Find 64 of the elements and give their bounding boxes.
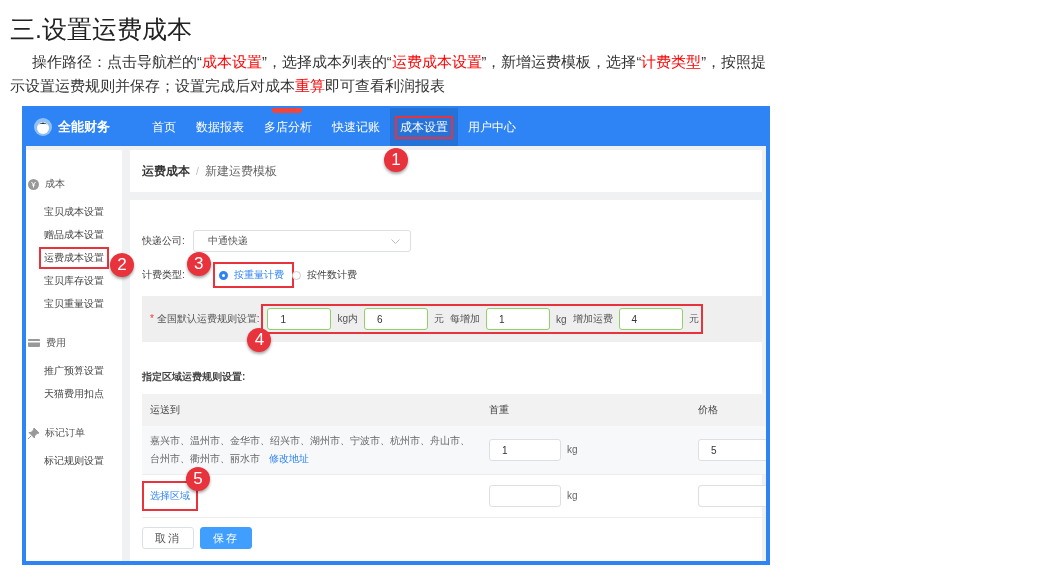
mascot-icon <box>34 118 52 136</box>
chevron-down-icon <box>390 238 400 244</box>
region-link[interactable]: 选择区域 <box>150 490 190 501</box>
highlight-frame <box>39 246 109 269</box>
column-header: 运送到 <box>142 394 481 426</box>
input-field[interactable] <box>698 485 766 507</box>
pin-icon <box>28 427 39 439</box>
instruction-paragraph: 操作路径：点击导航栏的“成本设置”，选择成本列表的“运费成本设置”，新增运费模板，选择“计费类型”，按照提示设置运费规则并保存；设置完成后对成本重算即可查看利润报表 <box>10 53 768 96</box>
radio-button[interactable] <box>291 270 301 280</box>
sidebar-group-title: 费用 <box>46 336 66 350</box>
nav-tab[interactable]: 首页 <box>142 108 186 146</box>
sidebar-item[interactable]: 宝贝库存设置 <box>44 273 104 288</box>
sidebar-item[interactable]: 标记规则设置 <box>44 453 104 468</box>
unit-label: 增加运费 <box>572 312 613 326</box>
step-badge: 3 <box>186 252 211 276</box>
unit-label: 元 <box>434 312 444 326</box>
nav-tab[interactable]: 数据报表 <box>186 108 254 146</box>
region-cell: 嘉兴市、温州市、金华市、绍兴市、湖州市、宁波市、杭州市、舟山市、台州市、衢州市、丽水市 修改地址 <box>150 435 470 464</box>
input-field[interactable]: 1 <box>267 308 332 330</box>
region-link[interactable]: 修改地址 <box>268 453 309 464</box>
cancel-button[interactable]: 取消 <box>142 527 194 549</box>
unit-label: kg <box>567 489 578 501</box>
sidebar-item[interactable]: 运费成本设置 <box>44 250 104 265</box>
step-badge: 5 <box>186 467 210 491</box>
nav-tab[interactable]: 快速记账 <box>322 108 390 146</box>
section-title: 指定区域运费规则设置: <box>142 370 247 384</box>
unit-label: 每增加 <box>450 312 480 326</box>
nav-tab[interactable]: 用户中心 <box>458 108 526 146</box>
column-header: 首重 <box>481 394 690 426</box>
unit-label: kg <box>567 443 578 455</box>
sidebar-item[interactable]: 天猫费用扣点 <box>44 386 104 401</box>
nav-tab[interactable]: 成本设置 <box>390 108 458 146</box>
unit-label: kg内 <box>337 312 358 326</box>
sidebar-item[interactable]: 宝贝重量设置 <box>44 296 104 311</box>
radio-label[interactable]: 按重量计费 <box>233 268 284 282</box>
sidebar-item[interactable]: 宝贝成本设置 <box>44 204 104 219</box>
breadcrumb-current: 新建运费模板 <box>204 162 277 180</box>
column-header: 价格 <box>690 394 766 426</box>
input-field[interactable]: 6 <box>364 308 428 330</box>
app-logo-text: 全能财务 <box>58 118 110 136</box>
step-badge: 2 <box>110 252 134 277</box>
nav-tab[interactable]: 多店分析 <box>254 108 322 146</box>
input-field[interactable]: 1 <box>489 439 561 461</box>
sidebar-item[interactable]: 赠品成本设置 <box>44 227 104 242</box>
unit-label: 元 <box>688 312 699 326</box>
input-field[interactable]: 1 <box>486 308 550 330</box>
step-badge: 4 <box>247 328 272 352</box>
input-field[interactable]: 5 <box>698 439 766 461</box>
unit-label: kg <box>556 313 567 325</box>
field-label: 快递公司: <box>142 234 185 248</box>
breadcrumb-separator: / <box>196 165 199 177</box>
sidebar-item[interactable]: 推广预算设置 <box>44 363 104 378</box>
radio-label[interactable]: 按件数计费 <box>306 268 357 282</box>
field-label: * 全国默认运费规则设置: <box>150 312 260 326</box>
highlight-frame <box>395 115 453 139</box>
breadcrumb-link[interactable]: 运费成本 <box>142 162 190 180</box>
sidebar-group-title: 标记订单 <box>45 426 85 440</box>
input-field[interactable]: 4 <box>618 308 683 330</box>
courier-select[interactable]: 中通快递 <box>192 230 411 252</box>
radio-button[interactable] <box>218 270 228 280</box>
section-heading: 三.设置运费成本 <box>10 14 193 45</box>
field-label: 计费类型: <box>142 268 185 282</box>
input-field[interactable] <box>489 485 561 507</box>
sidebar-group-title: 成本 <box>45 177 65 191</box>
